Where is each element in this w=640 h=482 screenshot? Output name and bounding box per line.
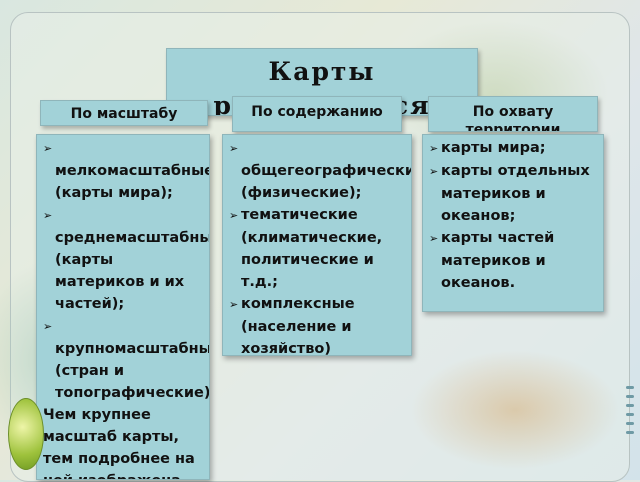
globe-icon <box>8 398 44 470</box>
list-item: ➢ карты частей материков и океанов. <box>429 230 555 291</box>
list-item: ➢ карты мира; <box>429 137 599 160</box>
arrow-bullet-icon: ➢ <box>429 165 439 178</box>
column-by-scale: ➢мелкомасштабные (карты мира); ➢среднема… <box>36 134 210 480</box>
header-by-scale: По масштабу <box>40 100 208 126</box>
arrow-bullet-icon: ➢ <box>229 298 239 311</box>
arrow-bullet-icon: ➢ <box>229 142 239 155</box>
arrow-bullet-icon: ➢ <box>429 142 439 155</box>
map-background <box>410 350 620 470</box>
arrow-bullet-icon: ➢ <box>429 232 439 245</box>
arrow-bullet-icon: ➢ <box>43 142 53 155</box>
list-item: ➢среднемасштабные (карты материков и их … <box>43 204 209 315</box>
list-item: ➢ тематические (климатические, политическ… <box>229 207 383 290</box>
list-item: ➢ карты отдельных материков и океанов; <box>429 163 590 224</box>
arrow-bullet-icon: ➢ <box>229 209 239 222</box>
scale-note: Чем крупнее масштаб карты, тем подробнее… <box>43 407 195 479</box>
list-item: ➢крупномасштабные (стран и топографическ… <box>43 315 209 404</box>
list-item: ➢мелкомасштабные (карты мира); <box>43 137 209 204</box>
arrow-bullet-icon: ➢ <box>43 320 53 333</box>
list-item: ➢общегеографические (физические); <box>229 137 411 204</box>
column-by-coverage: ➢ карты мира; ➢ карты отдельных материков … <box>422 134 604 312</box>
column-by-content: ➢общегеографические (физические); ➢ темат… <box>222 134 412 356</box>
header-by-coverage: По охвату территории <box>428 96 598 132</box>
list-item: ➢ комплексные (население и хозяйство) <box>229 296 355 356</box>
decorative-dots <box>626 380 636 470</box>
arrow-bullet-icon: ➢ <box>43 209 53 222</box>
header-by-content: По содержанию <box>232 96 402 132</box>
